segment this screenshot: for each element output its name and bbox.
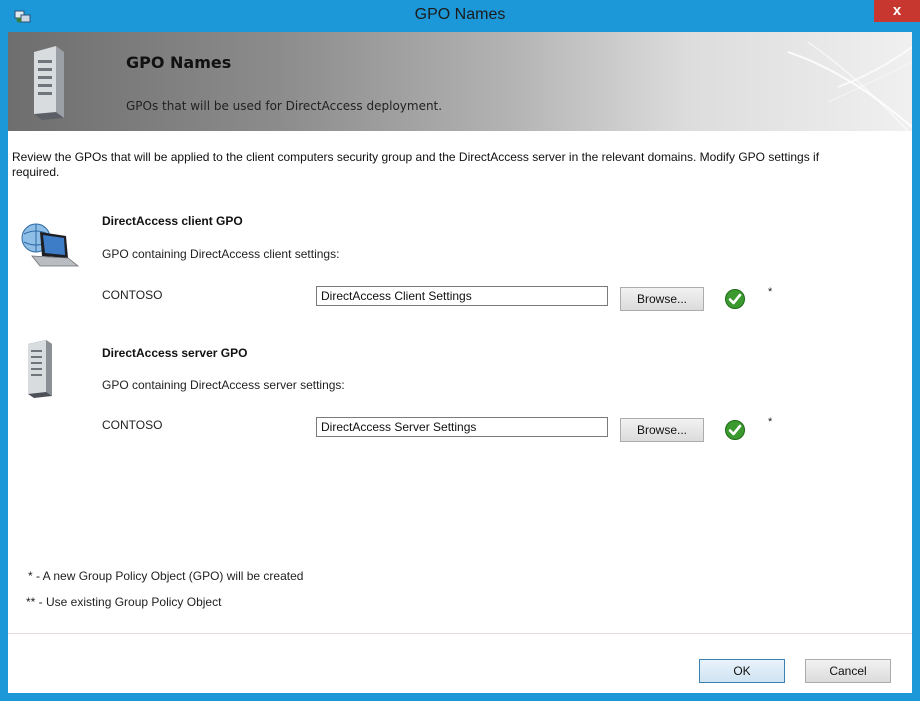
- server-tower-icon: [26, 338, 54, 403]
- dialog-body: GPO Names GPOs that will be used for Dir…: [8, 32, 912, 693]
- laptop-network-icon: [18, 220, 80, 273]
- banner-subtitle: GPOs that will be used for DirectAccess …: [126, 99, 443, 113]
- client-domain-label: CONTOSO: [102, 288, 163, 302]
- decorative-swoosh: [787, 41, 912, 131]
- window-title: GPO Names: [414, 6, 506, 23]
- ok-button[interactable]: OK: [699, 659, 785, 683]
- description-text: Review the GPOs that will be applied to …: [12, 150, 820, 179]
- new-gpo-footnote: * - A new Group Policy Object (GPO) will…: [28, 569, 304, 583]
- client-valid-check-icon: [725, 289, 745, 309]
- client-gpo-subtitle: GPO containing DirectAccess client setti…: [102, 247, 340, 261]
- header-banner: GPO Names GPOs that will be used for Dir…: [8, 32, 912, 131]
- close-button[interactable]: x: [874, 0, 920, 22]
- server-gpo-input[interactable]: [316, 417, 608, 437]
- client-new-gpo-marker: *: [768, 286, 773, 298]
- footer-divider: [8, 633, 912, 634]
- gpo-names-dialog: GPO Names x GPO Names GPOs that will be …: [0, 0, 920, 701]
- server-gpo-subtitle: GPO containing DirectAccess server setti…: [102, 378, 345, 392]
- cancel-button[interactable]: Cancel: [805, 659, 891, 683]
- server-new-gpo-marker: *: [768, 416, 773, 428]
- title-bar[interactable]: GPO Names x: [0, 0, 920, 32]
- client-gpo-input[interactable]: [316, 286, 608, 306]
- server-domain-label: CONTOSO: [102, 418, 163, 432]
- client-browse-button[interactable]: Browse...: [620, 287, 704, 311]
- existing-gpo-footnote: ** - Use existing Group Policy Object: [26, 595, 222, 609]
- server-gpo-title: DirectAccess server GPO: [102, 346, 248, 360]
- banner-title: GPO Names: [126, 53, 232, 72]
- server-browse-button[interactable]: Browse...: [620, 418, 704, 442]
- server-icon: [32, 44, 66, 120]
- client-gpo-title: DirectAccess client GPO: [102, 214, 243, 228]
- server-valid-check-icon: [725, 420, 745, 440]
